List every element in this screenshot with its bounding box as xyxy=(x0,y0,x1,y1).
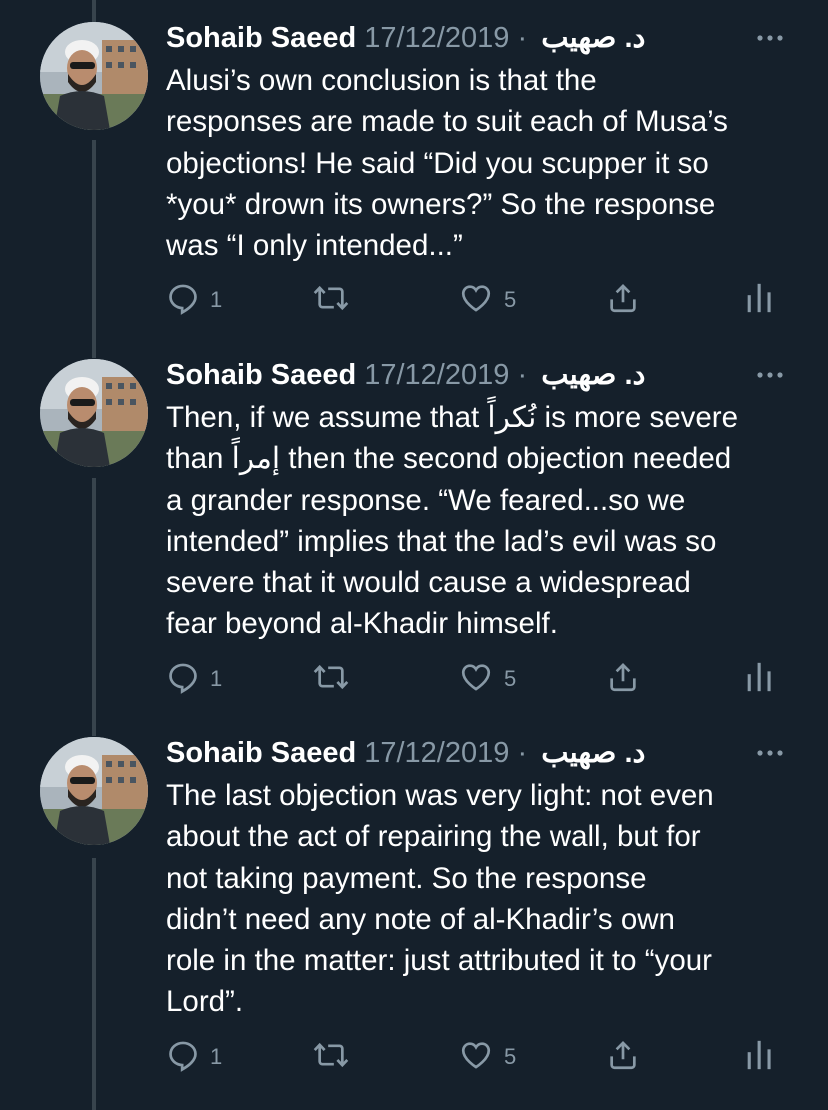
retweet-button[interactable] xyxy=(312,1037,350,1077)
separator: · xyxy=(517,737,528,769)
tweet-line: than إمراً then the second objection nee… xyxy=(166,442,732,476)
analytics-icon xyxy=(744,281,774,320)
avatar[interactable] xyxy=(40,737,148,845)
share-button[interactable] xyxy=(606,659,640,699)
retweet-icon xyxy=(312,1038,350,1077)
tweet-line: Alusi’s own conclusion is that the xyxy=(166,64,597,97)
tweet-header: Sohaib Saeed د. صهيب · 17/12/2019 xyxy=(166,355,645,395)
tweet-date[interactable]: 17/12/2019 xyxy=(364,22,509,54)
share-button[interactable] xyxy=(606,1037,640,1077)
reply-button[interactable]: 1 xyxy=(166,1037,222,1077)
like-count: 5 xyxy=(504,1044,517,1069)
thread-line xyxy=(92,140,96,358)
tweet-date[interactable]: 17/12/2019 xyxy=(364,737,509,769)
reply-count: 1 xyxy=(210,666,223,691)
retweet-button[interactable] xyxy=(312,659,350,699)
separator: · xyxy=(517,359,528,391)
like-count: 5 xyxy=(504,666,517,691)
share-icon xyxy=(606,1038,640,1077)
analytics-icon xyxy=(744,1038,774,1077)
tweet-text: Then, if we assume that نُكراً is more s… xyxy=(166,397,796,645)
author-arabic-name[interactable]: د. صهيب xyxy=(541,359,645,391)
tweet-header: Sohaib Saeed د. صهيب · 17/12/2019 xyxy=(166,18,645,58)
author-name[interactable]: Sohaib Saeed xyxy=(166,22,356,54)
like-icon xyxy=(458,1038,494,1077)
like-icon xyxy=(458,660,494,699)
tweet-line: role in the matter: just attributed it t… xyxy=(166,944,712,978)
share-button[interactable] xyxy=(606,280,640,320)
more-icon[interactable] xyxy=(754,737,786,765)
more-icon[interactable] xyxy=(754,359,786,387)
reply-count: 1 xyxy=(210,1044,223,1069)
like-icon xyxy=(458,281,494,320)
action-bar: 1 5 xyxy=(166,659,786,699)
action-bar: 1 5 xyxy=(166,280,786,320)
avatar[interactable] xyxy=(40,359,148,467)
reply-button[interactable]: 1 xyxy=(166,280,222,320)
separator: · xyxy=(517,22,528,54)
reply-count: 1 xyxy=(210,287,223,312)
retweet-button[interactable] xyxy=(312,280,350,320)
action-bar: 1 5 xyxy=(166,1037,786,1077)
retweet-icon xyxy=(312,660,350,699)
reply-icon xyxy=(166,1038,200,1077)
tweet-line: Lord”. xyxy=(166,985,244,1019)
tweet-text: The last objection was very light: not e… xyxy=(166,775,796,1023)
tweet-line: severe that it would cause a widespread xyxy=(166,566,691,600)
like-button[interactable]: 5 xyxy=(458,659,516,699)
analytics-button[interactable] xyxy=(744,1037,774,1077)
analytics-icon xyxy=(744,660,774,699)
tweet-line: Then, if we assume that نُكراً is more s… xyxy=(166,401,739,434)
share-icon xyxy=(606,660,640,699)
tweet-text: Alusi’s own conclusion is that the respo… xyxy=(166,60,796,266)
tweet-line: *you* drown its owners?” So the response xyxy=(166,187,716,221)
retweet-icon xyxy=(312,281,350,320)
tweet-line: didn’t need any note of al-Khadir’s own xyxy=(166,902,675,936)
thread-line xyxy=(92,858,96,1110)
share-icon xyxy=(606,281,640,320)
author-arabic-name[interactable]: د. صهيب xyxy=(541,737,645,769)
tweet-header: Sohaib Saeed د. صهيب · 17/12/2019 xyxy=(166,733,645,773)
more-icon[interactable] xyxy=(754,22,786,50)
author-name[interactable]: Sohaib Saeed xyxy=(166,737,356,769)
thread-line xyxy=(92,0,96,22)
avatar[interactable] xyxy=(40,22,148,130)
tweet-line: responses are made to suit each of Musa’… xyxy=(166,105,728,139)
tweet-line: was “I only intended...” xyxy=(166,229,463,263)
tweet-line: intended” implies that the lad’s evil wa… xyxy=(166,524,717,558)
thread-line xyxy=(92,478,96,736)
tweet-line: a grander response. “We feared...so we xyxy=(166,483,686,517)
analytics-button[interactable] xyxy=(744,659,774,699)
tweet-date[interactable]: 17/12/2019 xyxy=(364,359,509,391)
reply-icon xyxy=(166,660,200,699)
tweet-line: The last objection was very light: not e… xyxy=(166,779,714,812)
tweet-line: objections! He said “Did you scupper it … xyxy=(166,146,709,180)
analytics-button[interactable] xyxy=(744,280,774,320)
tweet-line: about the act of repairing the wall, but… xyxy=(166,820,701,854)
tweet-line: not taking payment. So the response xyxy=(166,861,647,895)
author-arabic-name[interactable]: د. صهيب xyxy=(541,22,645,54)
author-name[interactable]: Sohaib Saeed xyxy=(166,359,356,391)
like-count: 5 xyxy=(504,287,517,312)
like-button[interactable]: 5 xyxy=(458,1037,516,1077)
reply-icon xyxy=(166,281,200,320)
like-button[interactable]: 5 xyxy=(458,280,516,320)
tweet-line: fear beyond al-Khadir himself. xyxy=(166,607,558,641)
reply-button[interactable]: 1 xyxy=(166,659,222,699)
